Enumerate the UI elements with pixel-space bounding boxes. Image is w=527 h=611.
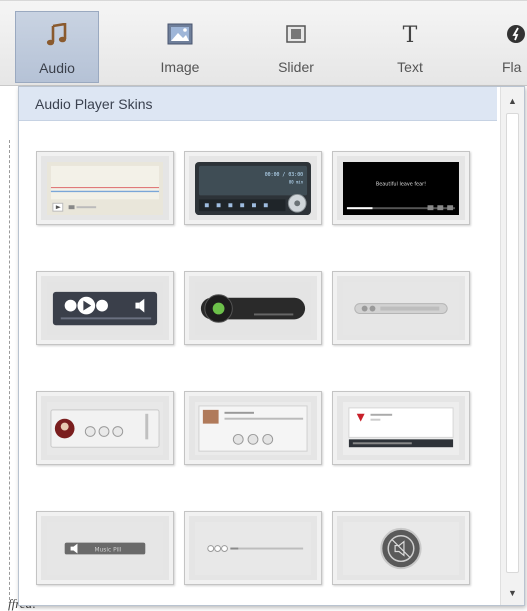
toolbar-slider-label: Slider [278,59,314,75]
toolbar-slider-button[interactable]: Slider [254,11,338,83]
skin-preview [343,522,459,576]
skin-dark-round-controls[interactable] [36,271,174,345]
toolbar-flash-label: Fla [502,59,522,75]
toolbar-image-label: Image [160,59,200,75]
toolbar-text-label: Text [397,59,423,75]
toolbar-image-button[interactable]: Image [138,11,222,83]
slider-icon [254,21,338,47]
skin-music-pill[interactable]: Music Pill [36,511,174,585]
panel-scrollbar[interactable]: ▲ ▼ [500,87,524,605]
skin-dark-lcd[interactable]: 00:00 / 03:00 00 min [184,151,322,225]
scroll-thumb[interactable] [506,113,519,573]
skin-playlist-panel[interactable] [184,391,322,465]
skin-preview [343,282,459,336]
skin-preview [195,522,311,576]
music-note-icon [16,22,98,48]
skin-banner-player[interactable] [332,391,470,465]
skin-pill-text: Music Pill [94,547,121,553]
skin-minimal-line[interactable] [184,511,322,585]
scroll-down-arrow-icon[interactable]: ▼ [501,583,524,603]
skin-preview [47,162,163,216]
skin-lcd-time: 00:00 / 03:00 [265,172,303,178]
text-icon: T [368,21,452,47]
toolbar-flash-button[interactable]: Fla [478,11,527,83]
skin-grey-slim[interactable] [332,271,470,345]
toolbar-audio-button[interactable]: Audio [15,11,99,83]
skin-light-bars[interactable] [36,151,174,225]
toolbar-text-button[interactable]: T Text [368,11,452,83]
insert-toolbar: Audio Image Slider T Text Fla [0,0,527,86]
skin-preview [195,402,311,456]
image-icon [138,21,222,47]
audio-skins-panel: Audio Player Skins ▲ ▼ 00:00 / 03:00 00 … [18,86,525,606]
skin-preview: 00:00 / 03:00 00 min [195,162,311,216]
scroll-up-arrow-icon[interactable]: ▲ [501,91,524,111]
editor-margin-guide [9,140,10,600]
skin-preview: Beautiful leave fear! [343,162,459,216]
panel-header: Audio Player Skins [19,87,497,121]
panel-title: Audio Player Skins [35,96,153,112]
skin-album-art-buttons[interactable] [36,391,174,465]
flash-icon [478,21,527,47]
skin-lcd-text: 00 min [289,180,304,185]
skin-preview: Music Pill [47,522,163,576]
skin-black-video[interactable]: Beautiful leave fear! [332,151,470,225]
screen: ffrea! Audio [0,0,527,611]
skin-preview [343,402,459,456]
skin-preview [47,282,163,336]
skin-video-caption: Beautiful leave fear! [376,182,426,188]
skin-preview [47,402,163,456]
skin-black-capsule[interactable] [184,271,322,345]
toolbar-audio-label: Audio [39,60,75,76]
svg-text:T: T [403,23,418,46]
skin-round-disc[interactable] [332,511,470,585]
skin-preview [195,282,311,336]
